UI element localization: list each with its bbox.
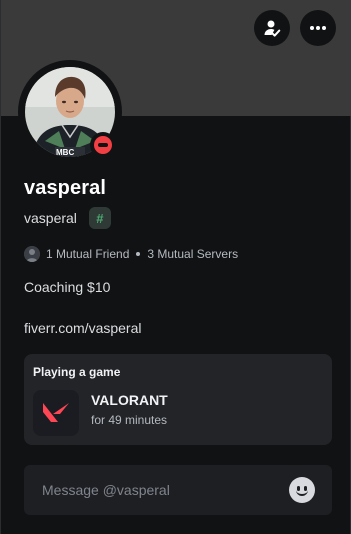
bio-line-coaching: Coaching $10 <box>24 279 111 295</box>
more-options-icon <box>310 26 326 30</box>
more-options-button[interactable] <box>300 10 336 46</box>
valorant-logo-icon[interactable] <box>33 390 79 436</box>
message-input[interactable] <box>24 465 294 515</box>
display-name: vasperal <box>24 177 106 199</box>
game-elapsed-time: for 49 minutes <box>91 413 168 427</box>
emoji-mouth <box>296 490 308 496</box>
add-friend-button[interactable] <box>254 10 290 46</box>
username-row: vasperal # <box>24 207 111 229</box>
mutual-friend-avatar <box>24 246 40 262</box>
do-not-disturb-icon <box>94 136 112 154</box>
activity-heading: Playing a game <box>33 365 121 379</box>
emoji-smile-icon[interactable] <box>289 477 315 503</box>
username: vasperal <box>24 210 77 226</box>
profile-popout: MBC vasperal vasperal # 1 Mutual Friend … <box>0 0 351 534</box>
bio-line-link[interactable]: fiverr.com/vasperal <box>24 320 141 336</box>
svg-text:MBC: MBC <box>56 148 74 157</box>
mutual-friends-link[interactable]: 1 Mutual Friend <box>46 247 129 261</box>
activity-card: Playing a game VALORANT for 49 minutes <box>24 354 332 445</box>
hashtag-badge-label: # <box>96 210 104 226</box>
add-friend-icon <box>264 20 281 37</box>
hashtag-badge-icon[interactable]: # <box>88 207 111 229</box>
mutual-servers-link[interactable]: 3 Mutual Servers <box>147 247 238 261</box>
separator-dot <box>136 252 141 256</box>
message-box <box>24 465 332 515</box>
mutuals-row: 1 Mutual Friend 3 Mutual Servers <box>24 246 238 262</box>
game-name: VALORANT <box>91 392 168 408</box>
